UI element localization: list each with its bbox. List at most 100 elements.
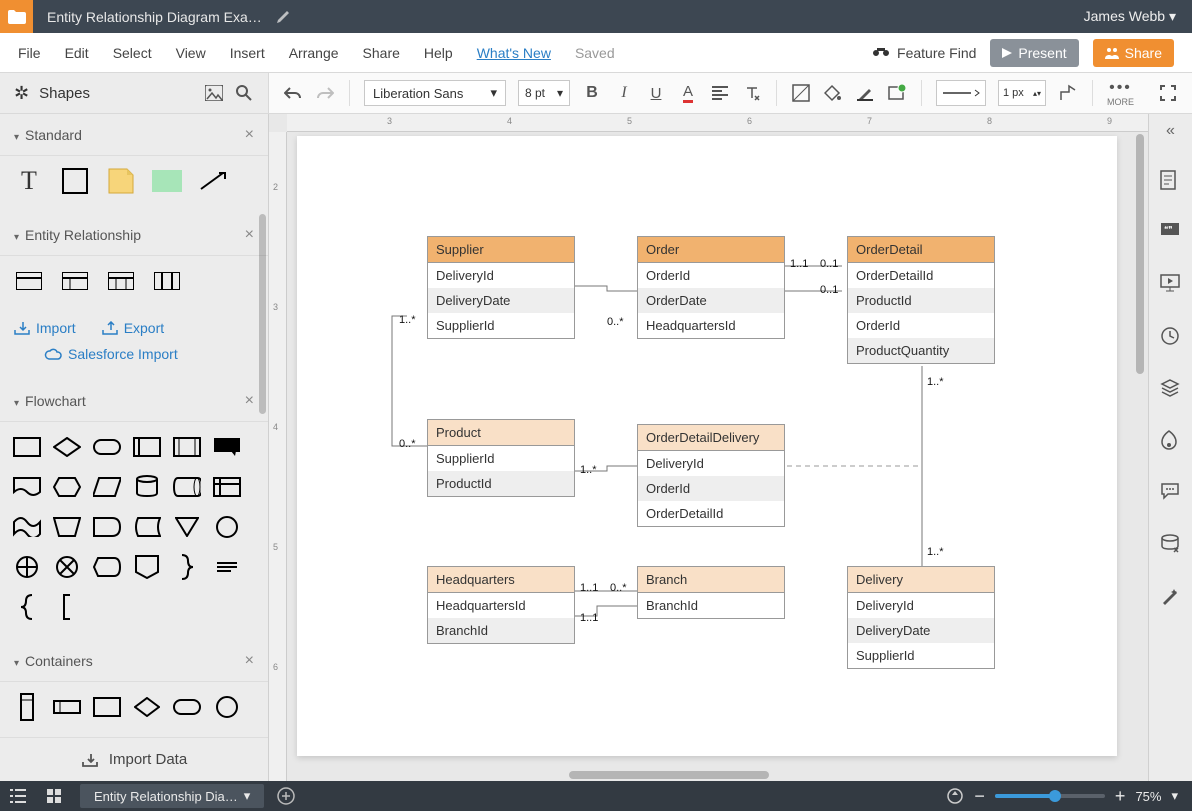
fc-manual[interactable]	[52, 512, 82, 542]
fc-brace-r[interactable]	[172, 552, 202, 582]
fc-sum[interactable]	[52, 552, 82, 582]
canvas-scrollbar-h[interactable]	[569, 771, 769, 779]
fc-offpage[interactable]	[132, 552, 162, 582]
add-page-button[interactable]	[272, 782, 300, 810]
section-containers[interactable]: ▾Containers ×	[0, 640, 268, 682]
canvas-scrollbar-v[interactable]	[1136, 134, 1144, 374]
paint-icon[interactable]	[1160, 430, 1182, 452]
magic-icon[interactable]	[1160, 586, 1182, 608]
fc-display[interactable]	[92, 552, 122, 582]
cont-pill[interactable]	[172, 692, 202, 722]
zoom-level[interactable]: 75%	[1135, 789, 1161, 804]
search-icon[interactable]	[234, 83, 254, 103]
font-select[interactable]: Liberation Sans▾	[364, 80, 506, 106]
present-button[interactable]: Present	[990, 39, 1078, 67]
entity-order[interactable]: Order OrderId OrderDate HeadquartersId	[637, 236, 785, 339]
fc-note[interactable]	[212, 552, 242, 582]
entity-hq[interactable]: Headquarters HeadquartersId BranchId	[427, 566, 575, 644]
fc-callout[interactable]	[212, 432, 242, 462]
sidebar-scrollbar[interactable]	[259, 214, 266, 414]
line-width-select[interactable]: 1 px▴▾	[998, 80, 1046, 106]
text-shape[interactable]: T	[14, 166, 44, 196]
font-size-select[interactable]: 8 pt▾	[518, 80, 570, 106]
fc-delay[interactable]	[92, 512, 122, 542]
share-button[interactable]: Share	[1093, 39, 1174, 67]
note-shape[interactable]	[106, 166, 136, 196]
clear-format-icon[interactable]	[742, 83, 762, 103]
cont-lane-h[interactable]	[52, 692, 82, 722]
folder-icon[interactable]	[0, 0, 33, 33]
arrow-shape[interactable]	[198, 166, 228, 196]
feature-find[interactable]: Feature Find	[871, 45, 976, 61]
italic-icon[interactable]: I	[614, 83, 634, 103]
layers-icon[interactable]	[1160, 378, 1182, 400]
salesforce-import-link[interactable]: Salesforce Import	[44, 346, 178, 362]
zoom-out-icon[interactable]: −	[974, 786, 985, 807]
comments-icon[interactable]: ❝❞	[1160, 222, 1182, 244]
rect-shape[interactable]	[60, 166, 90, 196]
fc-document[interactable]	[12, 472, 42, 502]
redo-icon[interactable]	[315, 83, 335, 103]
section-er[interactable]: ▾Entity Relationship ×	[0, 214, 268, 256]
cont-lane-v[interactable]	[12, 692, 42, 722]
export-link[interactable]: Export	[102, 320, 164, 336]
menu-select[interactable]: Select	[113, 45, 152, 61]
menu-help[interactable]: Help	[424, 45, 453, 61]
pages-icon[interactable]	[1160, 170, 1182, 192]
fc-tape[interactable]	[12, 512, 42, 542]
block-shape[interactable]	[152, 166, 182, 196]
bold-icon[interactable]: B	[582, 83, 602, 103]
fc-data[interactable]	[92, 472, 122, 502]
text-color-icon[interactable]: A	[678, 83, 698, 103]
shape-options-icon[interactable]	[887, 83, 907, 103]
image-icon[interactable]	[204, 83, 224, 103]
zoom-in-icon[interactable]: +	[1115, 786, 1126, 807]
shape-rect-icon[interactable]	[791, 83, 811, 103]
fc-or[interactable]	[12, 552, 42, 582]
diagram-page[interactable]: Supplier DeliveryId DeliveryDate Supplie…	[297, 136, 1117, 756]
entity-odd[interactable]: OrderDetailDelivery DeliveryId OrderId O…	[637, 424, 785, 527]
history-icon[interactable]	[1160, 326, 1182, 348]
import-link[interactable]: Import	[14, 320, 76, 336]
undo-icon[interactable]	[283, 83, 303, 103]
gear-icon[interactable]: ✲	[14, 83, 29, 104]
line-style-select[interactable]	[936, 80, 986, 106]
fc-brace-l[interactable]	[12, 592, 42, 622]
border-color-icon[interactable]	[855, 83, 875, 103]
fc-bracket[interactable]	[52, 592, 82, 622]
fc-stored[interactable]	[132, 512, 162, 542]
cont-circle[interactable]	[212, 692, 242, 722]
chat-icon[interactable]	[1160, 482, 1182, 504]
er-entity1[interactable]	[14, 266, 44, 296]
menu-edit[interactable]: Edit	[65, 45, 89, 61]
zoom-fit-icon[interactable]	[946, 787, 964, 805]
entity-product[interactable]: Product SupplierId ProductId	[427, 419, 575, 497]
cont-diamond[interactable]	[132, 692, 162, 722]
page-tab[interactable]: Entity Relationship Dia…▾	[80, 784, 264, 808]
er-entity4[interactable]	[152, 266, 182, 296]
menu-arrange[interactable]: Arrange	[289, 45, 339, 61]
grid-view-icon[interactable]	[36, 781, 72, 811]
entity-supplier[interactable]: Supplier DeliveryId DeliveryDate Supplie…	[427, 236, 575, 339]
zoom-slider[interactable]	[995, 794, 1105, 798]
menu-whats-new[interactable]: What's New	[477, 45, 551, 61]
more-button[interactable]: ••• MORE	[1107, 79, 1134, 107]
entity-delivery[interactable]: Delivery DeliveryId DeliveryDate Supplie…	[847, 566, 995, 669]
fc-merge[interactable]	[172, 512, 202, 542]
fc-diamond[interactable]	[52, 432, 82, 462]
close-icon[interactable]: ×	[245, 652, 254, 670]
menu-view[interactable]: View	[176, 45, 206, 61]
collapse-dock-icon[interactable]: «	[1166, 122, 1175, 140]
fc-predef[interactable]	[132, 432, 162, 462]
fc-terminator[interactable]	[92, 432, 122, 462]
line-route-icon[interactable]	[1058, 83, 1078, 103]
present-mode-icon[interactable]	[1160, 274, 1182, 296]
section-flowchart[interactable]: ▾Flowchart ×	[0, 380, 268, 422]
outline-icon[interactable]	[0, 781, 36, 811]
underline-icon[interactable]: U	[646, 83, 666, 103]
fc-intproc[interactable]	[172, 432, 202, 462]
entity-branch[interactable]: Branch BranchId	[637, 566, 785, 619]
document-title[interactable]: Entity Relationship Diagram Exa…	[33, 9, 276, 25]
user-menu[interactable]: James Webb ▾	[1068, 8, 1192, 25]
chevron-down-icon[interactable]: ▾	[1171, 788, 1178, 804]
